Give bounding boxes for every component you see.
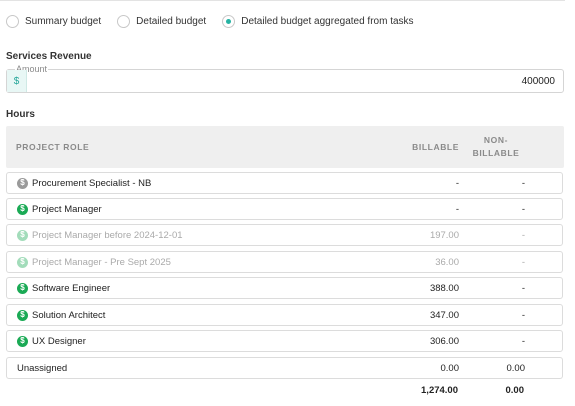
nonbillable-cell[interactable]: -	[477, 278, 525, 298]
table-row[interactable]: Unassigned 0.00 0.00	[6, 357, 563, 379]
role-name: Software Engineer	[32, 282, 111, 294]
column-header-non-billable[interactable]: NON- BILLABLE	[468, 126, 524, 168]
nonbillable-cell[interactable]: -	[477, 225, 525, 245]
dollar-green-icon: $	[17, 335, 28, 347]
column-header-project-role[interactable]: PROJECT ROLE	[16, 126, 89, 168]
total-billable: 1,274.00	[421, 384, 458, 396]
nonbillable-cell[interactable]: -	[477, 305, 525, 325]
hours-title: Hours	[6, 109, 35, 120]
role-name: Procurement Specialist - NB	[32, 177, 152, 189]
services-revenue-title: Services Revenue	[6, 51, 92, 62]
dollar-green-icon: $	[17, 203, 28, 215]
dollar-green-icon: $	[17, 282, 28, 294]
table-row[interactable]: $ UX Designer 306.00 -	[6, 330, 563, 352]
role-cell: $ UX Designer	[17, 331, 86, 351]
column-header-non-billable-line1: NON-	[483, 135, 509, 145]
nonbillable-cell[interactable]: -	[477, 173, 525, 193]
table-row[interactable]: $ Project Manager - -	[6, 198, 563, 220]
hours-table-header: PROJECT ROLE BILLABLE NON- BILLABLE	[6, 126, 564, 168]
currency-prefix: $	[7, 70, 27, 92]
column-header-non-billable-line2: BILLABLE	[472, 148, 520, 158]
billable-cell[interactable]: 388.00	[387, 278, 459, 298]
role-cell: $ Project Manager - Pre Sept 2025	[17, 252, 171, 272]
nonbillable-cell[interactable]: -	[477, 199, 525, 219]
radio-label: Detailed budget	[136, 15, 207, 27]
role-name: UX Designer	[32, 335, 86, 347]
radio-circle[interactable]	[117, 14, 131, 28]
role-cell: $ Project Manager	[17, 199, 102, 219]
role-name: Solution Architect	[32, 309, 106, 321]
radio-detailed-budget-aggregated[interactable]: Detailed budget aggregated from tasks	[222, 14, 414, 28]
role-name: Unassigned	[17, 362, 68, 374]
nonbillable-cell[interactable]: -	[477, 331, 525, 351]
table-row[interactable]: $ Software Engineer 388.00 -	[6, 277, 563, 299]
role-cell: $ Procurement Specialist - NB	[17, 173, 151, 193]
radio-detailed-budget[interactable]: Detailed budget	[117, 14, 207, 28]
dollar-green-icon: $	[17, 256, 28, 268]
table-row[interactable]: $ Procurement Specialist - NB - -	[6, 172, 563, 194]
radio-label: Summary budget	[25, 15, 102, 27]
billable-cell[interactable]: 0.00	[387, 358, 460, 378]
dollar-green-icon: $	[17, 229, 28, 241]
role-cell: $ Solution Architect	[17, 305, 105, 325]
billable-cell[interactable]: 36.00	[387, 252, 459, 272]
role-cell: $ Project Manager before 2024-12-01	[17, 225, 183, 245]
column-header-billable[interactable]: BILLABLE	[399, 126, 459, 168]
radio-label: Detailed budget aggregated from tasks	[241, 15, 414, 27]
table-row[interactable]: $ Project Manager - Pre Sept 2025 36.00 …	[6, 251, 563, 273]
top-divider	[0, 0, 565, 1]
table-row[interactable]: $ Project Manager before 2024-12-01 197.…	[6, 224, 563, 246]
table-row[interactable]: $ Solution Architect 347.00 -	[6, 304, 563, 326]
amount-input[interactable]: 400000	[522, 70, 555, 92]
billable-cell[interactable]: 306.00	[387, 331, 459, 351]
role-name: Project Manager before 2024-12-01	[32, 229, 183, 241]
amount-field[interactable]: Amount $ 400000	[6, 65, 564, 93]
radio-circle-checked[interactable]	[222, 14, 236, 28]
role-name: Project Manager - Pre Sept 2025	[32, 256, 171, 268]
nonbillable-cell[interactable]: -	[477, 252, 525, 272]
billable-cell[interactable]: 347.00	[387, 305, 459, 325]
billable-cell[interactable]: 197.00	[387, 225, 459, 245]
budget-mode-radio-group: Summary budget Detailed budget Detailed …	[6, 13, 430, 29]
radio-circle[interactable]	[6, 14, 19, 28]
role-cell: Unassigned	[17, 358, 67, 378]
total-nonbillable: 0.00	[505, 384, 525, 396]
billable-cell[interactable]: -	[387, 199, 459, 219]
radio-summary-budget[interactable]: Summary budget	[6, 14, 102, 28]
billable-cell[interactable]: -	[387, 173, 459, 193]
role-cell: $ Software Engineer	[17, 278, 110, 298]
dollar-gray-icon: $	[17, 177, 28, 189]
dollar-green-icon: $	[17, 309, 28, 321]
nonbillable-cell[interactable]: 0.00	[477, 358, 526, 378]
role-name: Project Manager	[32, 203, 102, 215]
